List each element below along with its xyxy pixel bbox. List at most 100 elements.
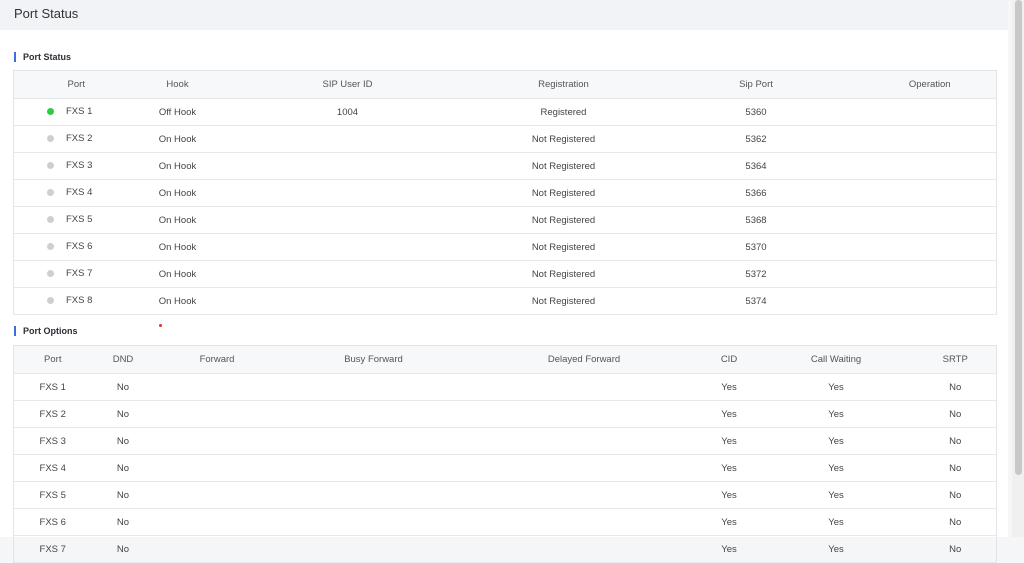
port-options-table: Port DND Forward Busy Forward Delayed Fo… (13, 345, 997, 563)
port-status-row: FXS 5 On Hook Not Registered 5368 (13, 206, 997, 234)
operation-cell (863, 152, 997, 180)
page-header: Port Status (0, 0, 1008, 30)
status-led-icon (47, 216, 54, 224)
column-header-cid: CID (700, 345, 758, 374)
column-header-port: Port (13, 345, 92, 374)
column-header-busy-forward: Busy Forward (279, 345, 468, 374)
port-options-row: FXS 3 No Yes Yes No (13, 427, 997, 455)
forward-cell (154, 400, 280, 428)
port-cell: FXS 1 (13, 98, 139, 126)
port-cell: FXS 4 (13, 454, 92, 482)
port-cell: FXS 1 (13, 373, 92, 401)
column-header-srtp: SRTP (914, 345, 997, 374)
column-header-operation: Operation (863, 70, 997, 99)
call-waiting-cell: Yes (757, 373, 915, 401)
forward-cell (154, 427, 280, 455)
operation-cell (863, 98, 997, 126)
busy-forward-cell (279, 508, 468, 536)
sip-user-id-cell: 1004 (216, 98, 479, 126)
delayed-forward-cell (467, 535, 701, 563)
forward-cell (154, 481, 280, 509)
sip-user-id-cell (216, 152, 479, 180)
column-header-hook: Hook (138, 70, 217, 99)
sip-user-id-cell (216, 260, 479, 288)
operation-cell (863, 179, 997, 207)
hook-cell: On Hook (138, 206, 217, 234)
port-options-row: FXS 4 No Yes Yes No (13, 454, 997, 482)
hook-cell: On Hook (138, 125, 217, 153)
forward-cell (154, 508, 280, 536)
port-label: FXS 1 (66, 106, 93, 118)
operation-cell (863, 206, 997, 234)
cid-cell: Yes (700, 481, 758, 509)
scrollbar-thumb[interactable] (1015, 0, 1022, 475)
sip-port-cell: 5366 (648, 179, 864, 207)
registration-cell: Registered (478, 98, 649, 126)
dnd-cell: No (91, 400, 155, 428)
sip-user-id-cell (216, 179, 479, 207)
sip-port-cell: 5372 (648, 260, 864, 288)
port-label: FXS 2 (66, 133, 93, 145)
port-status-row: FXS 2 On Hook Not Registered 5362 (13, 125, 997, 153)
sip-user-id-cell (216, 206, 479, 234)
status-led-icon (47, 297, 54, 305)
srtp-cell: No (914, 400, 997, 428)
port-status-table: Port Hook SIP User ID Registration Sip P… (13, 70, 997, 315)
operation-cell (863, 287, 997, 315)
port-cell: FXS 4 (13, 179, 139, 207)
sip-port-cell: 5370 (648, 233, 864, 261)
sip-port-cell: 5368 (648, 206, 864, 234)
port-cell: FXS 7 (13, 535, 92, 563)
table-header-row: Port Hook SIP User ID Registration Sip P… (13, 70, 997, 99)
delayed-forward-cell (467, 373, 701, 401)
port-cell: FXS 8 (13, 287, 139, 315)
delayed-forward-cell (467, 481, 701, 509)
port-cell: FXS 5 (13, 481, 92, 509)
sip-port-cell: 5360 (648, 98, 864, 126)
srtp-cell: No (914, 508, 997, 536)
cid-cell: Yes (700, 535, 758, 563)
registration-cell: Not Registered (478, 233, 649, 261)
dnd-cell: No (91, 454, 155, 482)
column-header-forward: Forward (154, 345, 280, 374)
port-label: FXS 7 (66, 268, 93, 280)
dnd-cell: No (91, 508, 155, 536)
port-status-row: FXS 4 On Hook Not Registered 5366 (13, 179, 997, 207)
call-waiting-cell: Yes (757, 535, 915, 563)
port-cell: FXS 7 (13, 260, 139, 288)
busy-forward-cell (279, 535, 468, 563)
port-status-row: FXS 6 On Hook Not Registered 5370 (13, 233, 997, 261)
operation-cell (863, 260, 997, 288)
delayed-forward-cell (467, 454, 701, 482)
port-status-row: FXS 7 On Hook Not Registered 5372 (13, 260, 997, 288)
status-led-icon (47, 108, 54, 116)
call-waiting-cell: Yes (757, 508, 915, 536)
srtp-cell: No (914, 481, 997, 509)
busy-forward-cell (279, 454, 468, 482)
srtp-cell: No (914, 373, 997, 401)
dnd-cell: No (91, 481, 155, 509)
delayed-forward-cell (467, 427, 701, 455)
port-options-row: FXS 7 No Yes Yes No (13, 535, 997, 563)
call-waiting-cell: Yes (757, 454, 915, 482)
port-status-row: FXS 1 Off Hook 1004 Registered 5360 (13, 98, 997, 126)
red-marker-dot (159, 324, 162, 327)
port-cell: FXS 3 (13, 152, 139, 180)
status-led-icon (47, 270, 54, 278)
column-header-registration: Registration (478, 70, 649, 99)
registration-cell: Not Registered (478, 260, 649, 288)
status-led-icon (47, 162, 54, 170)
port-cell: FXS 6 (13, 508, 92, 536)
forward-cell (154, 454, 280, 482)
port-label: FXS 5 (66, 214, 93, 226)
column-header-port: Port (13, 70, 139, 99)
dnd-cell: No (91, 535, 155, 563)
port-cell: FXS 2 (13, 125, 139, 153)
forward-cell (154, 373, 280, 401)
hook-cell: On Hook (138, 260, 217, 288)
page-title: Port Status (14, 6, 79, 21)
busy-forward-cell (279, 373, 468, 401)
operation-cell (863, 233, 997, 261)
registration-cell: Not Registered (478, 152, 649, 180)
column-header-call-waiting: Call Waiting (757, 345, 915, 374)
